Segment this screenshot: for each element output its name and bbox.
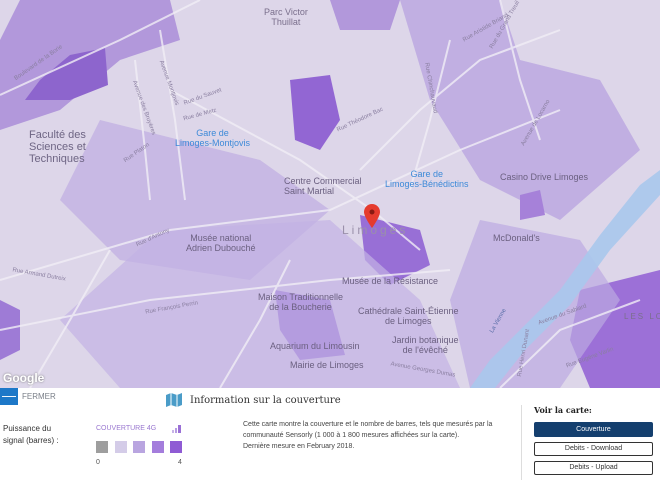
legend-min: 0: [96, 459, 100, 466]
info-description: Cette carte montre la couverture et le n…: [243, 419, 518, 452]
place-label[interactable]: Maison Traditionnelle de la Boucherie: [258, 292, 343, 313]
place-label[interactable]: Centre Commercial Saint Martial: [284, 176, 362, 197]
legend-swatch-1: [115, 441, 127, 453]
transit-label[interactable]: Gare de Limoges-Montjovis: [175, 128, 250, 149]
place-label: Parc Victor Thuillat: [264, 7, 308, 27]
location-pin-icon[interactable]: [364, 204, 380, 228]
info-last-update: Dernière mesure en February 2018.: [243, 443, 355, 450]
place-label[interactable]: Casino Drive Limoges: [500, 172, 588, 183]
legend-max: 4: [178, 459, 182, 466]
transit-label[interactable]: Gare de Limoges-Bénédictins: [385, 169, 469, 190]
info-line: Cette carte montre la couverture et le n…: [243, 421, 493, 439]
legend-swatch-0: [96, 441, 108, 453]
map-icon: [166, 393, 182, 407]
view-map-label: Voir la carte:: [534, 405, 592, 415]
place-label[interactable]: Jardin botanique de l'évêché: [392, 335, 459, 356]
legend-swatch-4: [170, 441, 182, 453]
info-panel: — FERMER Puissance du signal (barres) : …: [0, 388, 660, 489]
coverage-map[interactable]: Parc Victor Thuillat Faculté des Science…: [0, 0, 660, 388]
close-label[interactable]: FERMER: [22, 392, 56, 401]
signal-bars-icon: [172, 425, 181, 433]
signal-strength-label: Puissance du signal (barres) :: [3, 424, 59, 445]
legend-swatch-3: [152, 441, 164, 453]
info-title: Information sur la couverture: [190, 395, 341, 406]
place-label[interactable]: Cathédrale Saint-Étienne de Limoges: [358, 306, 459, 327]
coverage-button[interactable]: Couverture: [534, 422, 653, 437]
place-label[interactable]: Musée national Adrien Dubouché: [186, 233, 256, 254]
download-speed-button[interactable]: Debits - Download: [534, 442, 653, 456]
place-label: Faculté des Sciences et Techniques: [29, 129, 86, 166]
upload-speed-button[interactable]: Debits - Upload: [534, 461, 653, 475]
place-label[interactable]: McDonald's: [493, 233, 540, 244]
place-label[interactable]: Musée de la Résistance: [342, 276, 438, 287]
place-label: LES LO: [624, 312, 660, 321]
coverage-legend-title: COUVERTURE 4G: [96, 425, 157, 432]
google-logo: Google: [3, 371, 45, 385]
divider: [521, 405, 522, 480]
place-label[interactable]: Aquarium du Limousin: [270, 341, 360, 352]
place-label[interactable]: Mairie de Limoges: [290, 360, 364, 371]
close-button[interactable]: —: [0, 388, 18, 405]
legend-swatch-2: [133, 441, 145, 453]
